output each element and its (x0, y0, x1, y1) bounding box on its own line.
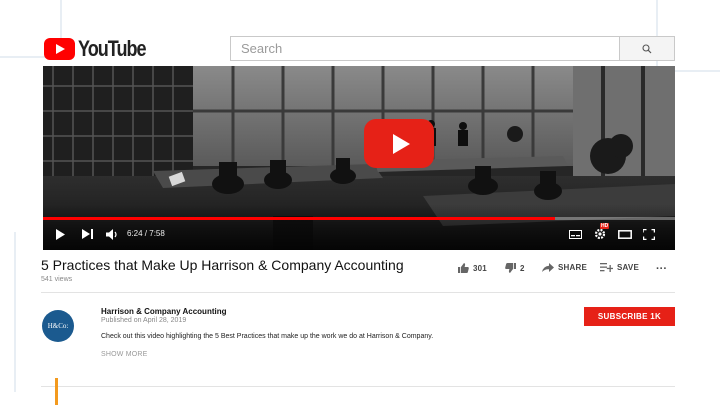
divider-bottom (41, 386, 675, 387)
subtitles-icon (568, 229, 582, 239)
view-count: 541 views (41, 276, 73, 283)
side-decoration-left (0, 232, 16, 392)
video-title: 5 Practices that Make Up Harrison & Comp… (41, 257, 404, 273)
time-display: 6:24 / 7:58 (127, 229, 165, 238)
share-icon (542, 263, 554, 272)
publish-date: Published on April 28, 2019 (101, 317, 187, 324)
theater-mode-button[interactable] (617, 225, 633, 243)
subtitles-button[interactable] (567, 225, 583, 243)
dislike-button[interactable]: 2 (505, 263, 525, 273)
share-label: SHARE (558, 263, 588, 272)
volume-button[interactable] (104, 225, 120, 243)
like-count: 301 (473, 263, 487, 273)
like-button[interactable]: 301 (458, 263, 487, 273)
more-icon: ··· (656, 263, 667, 275)
thumbs-up-icon (458, 263, 469, 273)
search-input[interactable] (230, 36, 620, 61)
volume-icon (105, 228, 117, 240)
divider-top (41, 292, 675, 293)
fullscreen-icon (643, 228, 655, 240)
play-control-button[interactable] (53, 225, 67, 243)
video-player[interactable]: 6:24 / 7:58 HD (43, 66, 675, 250)
theater-icon (618, 229, 632, 239)
subscribe-button[interactable]: SUBSCRIBE 1K (584, 307, 675, 326)
youtube-play-logo-icon (44, 38, 75, 60)
save-label: SAVE (617, 263, 639, 272)
settings-icon (594, 228, 606, 240)
play-icon (56, 228, 65, 240)
avatar-text: H&Co: (47, 322, 69, 330)
search-icon (642, 43, 652, 53)
hd-badge: HD (600, 223, 610, 229)
logo-wordmark: YouTube (78, 36, 147, 61)
save-button[interactable]: SAVE (600, 263, 639, 272)
show-more-link[interactable]: SHOW MORE (101, 351, 148, 358)
youtube-logo[interactable]: YouTube (44, 36, 160, 61)
thumbs-down-icon (505, 263, 516, 273)
progress-bar[interactable] (43, 217, 675, 220)
more-actions-button[interactable]: ··· (656, 263, 667, 275)
accent-bar (55, 378, 58, 405)
share-button[interactable]: SHARE (542, 263, 587, 272)
channel-name[interactable]: Harrison & Company Accounting (101, 307, 227, 316)
dislike-count: 2 (520, 263, 525, 273)
next-icon (82, 229, 93, 239)
next-button[interactable] (80, 225, 96, 243)
search-button[interactable] (619, 36, 675, 61)
fullscreen-button[interactable] (641, 225, 657, 243)
channel-avatar[interactable]: H&Co: (42, 310, 74, 342)
save-icon (600, 263, 613, 272)
progress-bar-played (43, 217, 555, 220)
play-button-overlay[interactable] (364, 119, 434, 168)
video-description: Check out this video highlighting the 5 … (101, 333, 434, 340)
